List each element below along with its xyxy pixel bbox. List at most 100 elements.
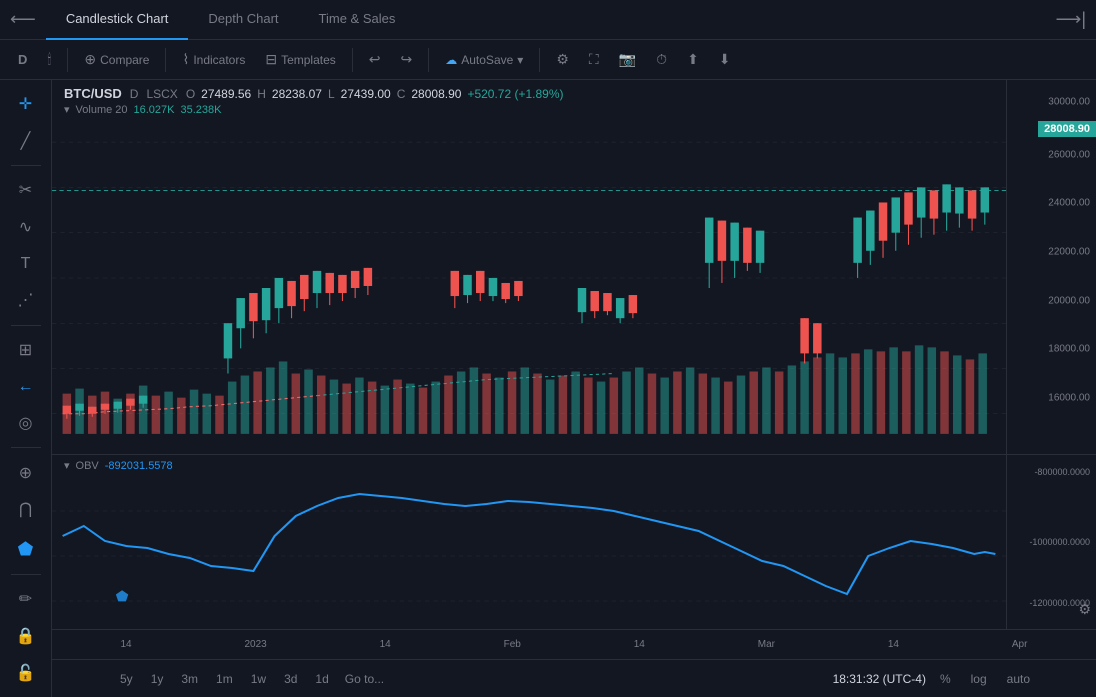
fullscreen-btn[interactable]: ⛶ [581,47,607,72]
upload-icon: ⬆ [687,51,699,68]
redo-btn[interactable]: ↪ [393,47,421,72]
period-selector[interactable]: D [10,48,35,71]
curve-tool-btn[interactable]: ∿ [8,211,44,244]
camera-icon: 📷 [619,51,636,68]
tool-sep-2 [11,325,41,326]
svg-text:⬟: ⬟ [116,589,129,605]
text-icon: T [21,255,31,273]
open-val: 27489.56 [201,87,251,101]
crosshair-tool-btn[interactable]: ✛ [8,88,44,121]
toolbar-sep-4 [428,48,429,72]
right-price-scale: 30000.00 28008.90 26000.00 24000.00 2200… [1006,80,1096,629]
publish-btn[interactable]: ⬆ [679,47,707,72]
period-1w-btn[interactable]: 1w [243,668,274,690]
node-tool-btn[interactable]: ⋰ [8,284,44,317]
trend-line-btn[interactable]: ╱ [8,125,44,158]
period-3m-btn[interactable]: 3m [173,668,206,690]
measure-tool-btn[interactable]: ⊞ [8,334,44,367]
high-label: H [257,87,266,101]
templates-btn[interactable]: ⊟ Templates [257,47,343,72]
time-label-3: 14 [380,639,391,650]
camera-btn[interactable]: 📷 [611,47,644,72]
tool-sep-4 [11,574,41,575]
pencil-icon: ✏ [19,589,32,609]
toolbar-sep-5 [539,48,540,72]
time-label-mar: Mar [758,639,775,650]
period-3d-btn[interactable]: 3d [276,668,305,690]
back-arrow-btn[interactable]: ← [8,370,44,403]
tradingview-logo-btn[interactable]: ⬟ [8,534,44,567]
toolbar-sep-3 [352,48,353,72]
download-btn[interactable]: ⬇ [711,47,739,72]
fib-tool-btn[interactable]: ✂ [8,174,44,207]
pencil-tool-btn[interactable]: ✏ [8,583,44,616]
autosave-btn[interactable]: ☁ AutoSave ▾ [437,49,531,71]
price-16000: 16000.00 [1048,392,1090,403]
period-1m-btn[interactable]: 1m [208,668,241,690]
period-1y-btn[interactable]: 1y [143,668,172,690]
obv-chart[interactable]: ⬟ [52,476,1006,616]
candlestick-icon: 🕯 [47,51,51,68]
bottom-right-controls: 18:31:32 (UTC-4) % log auto [833,670,1036,688]
time-label-5: 14 [888,639,899,650]
tool-sep-1 [11,165,41,166]
alert-tool-btn[interactable]: ◎ [8,407,44,440]
percent-btn[interactable]: % [934,670,957,688]
undo-icon: ↩ [369,51,381,68]
price-change: +520.72 (+1.89%) [467,87,563,101]
indicators-btn[interactable]: ⌇ Indicators [174,47,253,72]
cloud-icon: ☁ [445,53,457,67]
tab-depth[interactable]: Depth Chart [188,0,298,40]
chart-area: BTC/USD D LSCX O 27489.56 H 28238.07 L 2… [52,80,1006,629]
expand-right-btn[interactable]: ⟶| [1056,9,1086,30]
alert-icon: ◎ [19,413,33,433]
obv-value: -892031.5578 [105,460,173,472]
back-arrow-icon: ← [18,378,34,396]
indicators-icon: ⌇ [182,51,189,68]
obv-price-2: -1000000.0000 [1029,537,1090,547]
auto-btn[interactable]: auto [1001,670,1036,688]
price-22000: 22000.00 [1048,247,1090,258]
ohlc-values: O 27489.56 H 28238.07 L 27439.00 C 28008… [186,87,564,101]
tv-logo-icon: ⬟ [18,539,34,560]
measure-icon: ⊞ [19,340,32,360]
obv-panel: ▾ OBV -892031.5578 [52,454,1006,629]
price-30000: 30000.00 [1048,97,1090,108]
left-tool-sidebar: ✛ ╱ ✂ ∿ T ⋰ ⊞ ← [0,80,52,697]
log-btn[interactable]: log [965,670,993,688]
high-val: 28238.07 [272,87,322,101]
time-labels: 14 2023 14 Feb 14 Mar 14 Apr [64,639,1084,650]
text-tool-btn[interactable]: T [8,247,44,280]
lock-tool-btn[interactable]: 🔒 [8,620,44,653]
low-label: L [328,87,335,101]
tab-time-sales[interactable]: Time & Sales [299,0,416,40]
compare-btn[interactable]: ⊕ Compare [76,47,157,72]
top-tabs-bar: ⟵ Candlestick Chart Depth Chart Time & S… [0,0,1096,40]
magnet-tool-btn[interactable]: ⋂ [8,493,44,526]
price-26000: 26000.00 [1048,149,1090,160]
vol-val1: 16.027K [134,104,175,116]
lock2-tool-btn[interactable]: 🔓 [8,656,44,689]
candlestick-chart[interactable] [52,122,1006,454]
node-icon: ⋰ [18,290,34,310]
obv-price-1: -800000.0000 [1034,467,1090,477]
chart-type-btn[interactable]: 🕯 [39,47,59,72]
period-1d-btn[interactable]: 1d [307,668,336,690]
period-5y-btn[interactable]: 5y [112,668,141,690]
close-val: 28008.90 [411,87,461,101]
tab-candlestick[interactable]: Candlestick Chart [46,0,189,40]
time-label-4: 14 [634,639,645,650]
obv-settings-btn[interactable]: ⚙ [1078,594,1091,624]
collapse-left-btn[interactable]: ⟵ [10,9,36,30]
close-label: C [397,87,406,101]
timer-btn[interactable]: ⏱ [648,47,675,72]
obv-collapse-icon: ▾ [64,459,70,472]
goto-btn[interactable]: Go to... [337,668,392,690]
time-label-feb: Feb [504,639,521,650]
zoom-tool-btn[interactable]: ⊕ [8,456,44,489]
content-area: ✛ ╱ ✂ ∿ T ⋰ ⊞ ← [0,80,1096,697]
undo-btn[interactable]: ↩ [361,47,389,72]
settings-btn[interactable]: ⚙ [548,47,577,72]
low-val: 27439.00 [341,87,391,101]
fullscreen-icon: ⛶ [589,51,599,68]
